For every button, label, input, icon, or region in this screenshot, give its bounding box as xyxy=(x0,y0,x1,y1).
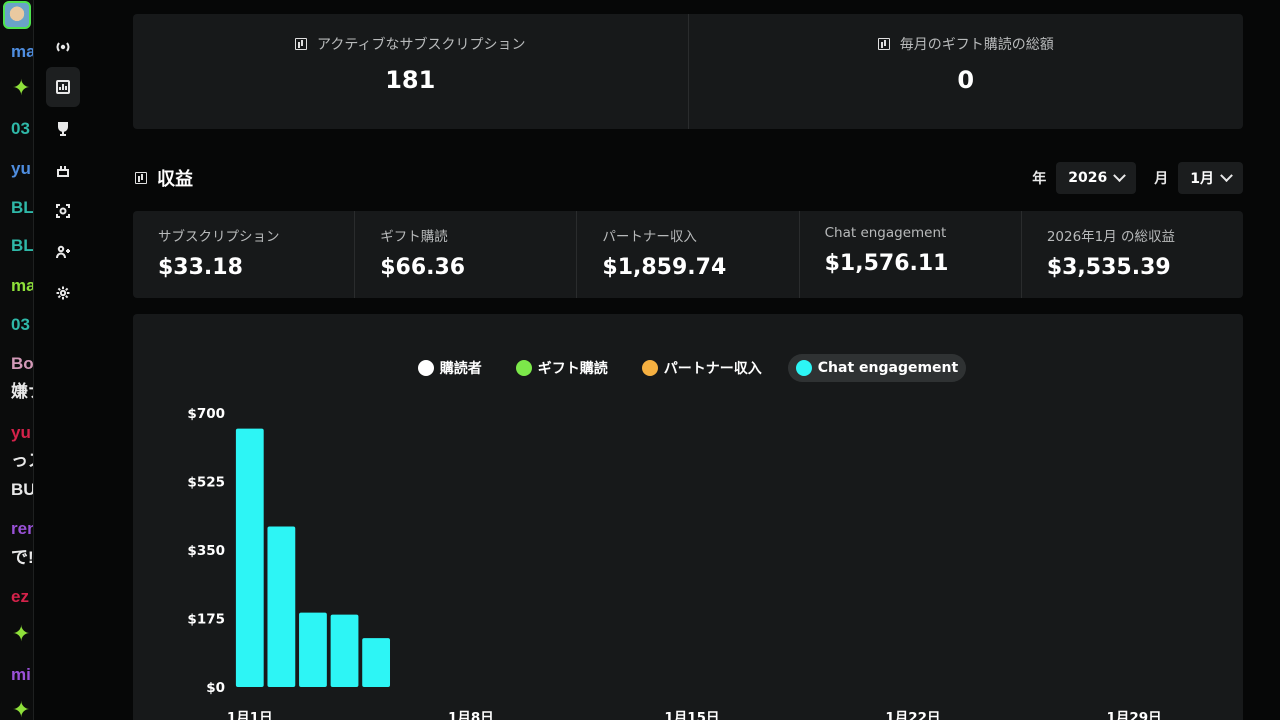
active-subscriptions-stat: アクティブなサブスクリプション 181 xyxy=(133,14,688,129)
chat-message-fragment: で! xyxy=(11,548,34,567)
y-tick-label: $350 xyxy=(187,543,225,559)
bar-chat-engagement[interactable] xyxy=(362,638,391,687)
date-controls: 年 2026 月 1月 xyxy=(1032,162,1243,194)
chart-icon xyxy=(877,38,890,50)
chart-icon xyxy=(135,172,147,184)
stat-value: $3,535.39 xyxy=(1046,255,1171,280)
subscriptions-revenue-stat: サブスクリプション $33.18 xyxy=(133,211,354,298)
year-label: 年 xyxy=(1032,171,1047,187)
month-value: 1月 xyxy=(1190,171,1214,187)
chevron-down-icon xyxy=(1113,168,1127,182)
stat-label: 2026年1月 の総収益 xyxy=(1046,229,1176,245)
active-subs-label: アクティブなサブスクリプション xyxy=(317,37,526,53)
chat-message-fragment: 嫌ナ xyxy=(11,382,33,401)
bar-chat-engagement[interactable] xyxy=(299,612,327,687)
sparkle-icon: ✦ xyxy=(12,698,31,720)
chevron-down-icon xyxy=(1220,168,1233,182)
revenue-header: 収益 年 2026 月 1月 xyxy=(135,160,1243,196)
active-subs-value: 181 xyxy=(385,66,436,94)
nav-item-cake[interactable] xyxy=(46,153,80,187)
revenue-title: 収益 xyxy=(157,169,193,190)
partner-revenue-stat: パートナー収入 $1,859.74 xyxy=(576,211,798,298)
bar-chat-engagement[interactable] xyxy=(330,614,359,687)
bar-chat-engagement[interactable] xyxy=(235,428,264,687)
broadcast-icon xyxy=(56,42,70,52)
gift-total-stat: 毎月のギフト購読の総額 0 xyxy=(687,14,1244,129)
stat-label: ギフト購読 xyxy=(380,229,448,245)
gift-total-label: 毎月のギフト購読の総額 xyxy=(899,37,1054,53)
x-tick-label: 1月15日 xyxy=(664,710,719,720)
gift-revenue-stat: ギフト購読 $66.36 xyxy=(354,211,576,298)
cake-icon xyxy=(57,166,69,177)
chat-message-fragment: ren xyxy=(11,519,33,538)
trophy-icon xyxy=(58,122,68,136)
stat-value: $66.36 xyxy=(380,255,466,280)
chat-message-fragment: yu xyxy=(11,159,31,178)
chat-panel: ma 03 yu BL BL ma 03 Bo 嫌ナ yu っス BU ren で! ez mi ✦ ✦ ✦ xyxy=(0,0,34,720)
y-tick-label: $175 xyxy=(187,612,225,628)
nav-item-trophy[interactable] xyxy=(46,112,80,146)
chat-message-fragment: BL xyxy=(11,198,34,217)
stat-label: パートナー収入 xyxy=(602,229,697,245)
month-select[interactable]: 1月 xyxy=(1178,162,1243,194)
x-tick-label: 1月1日 xyxy=(227,710,273,720)
stat-label: サブスクリプション xyxy=(158,229,280,245)
nav-item-users[interactable] xyxy=(46,235,80,269)
nav-item-broadcast[interactable] xyxy=(46,30,80,64)
revenue-chart-card: 購読者 ギフト購読 パートナー収入 Chat engagement $700 $525 $… xyxy=(133,314,1243,720)
top-stats-card: アクティブなサブスクリプション 181 毎月のギフト購読の総額 0 xyxy=(133,14,1243,129)
sparkle-icon: ✦ xyxy=(12,76,31,101)
chat-message-fragment: BU xyxy=(11,480,34,499)
chat-message-fragment: 03 xyxy=(11,119,30,138)
stat-value: $1,859.74 xyxy=(602,255,727,280)
nav-item-analytics[interactable] xyxy=(46,67,80,107)
month-label: 月 xyxy=(1154,171,1169,187)
x-tick-label: 1月22日 xyxy=(885,710,940,720)
chat-message-fragment: BL xyxy=(11,236,34,255)
icon-nav xyxy=(34,0,92,720)
nav-item-gear[interactable] xyxy=(46,276,80,310)
year-value: 2026 xyxy=(1068,170,1108,186)
stat-value: $33.18 xyxy=(158,255,243,280)
x-tick-label: 1月8日 xyxy=(448,710,494,720)
analytics-icon xyxy=(56,80,70,94)
year-select[interactable]: 2026 xyxy=(1056,162,1137,194)
stat-value: $1,576.11 xyxy=(824,251,949,276)
y-tick-label: $0 xyxy=(206,680,225,696)
chat-message-fragment: Bo xyxy=(11,354,34,373)
camera-icon xyxy=(56,204,70,218)
users-icon xyxy=(56,245,70,259)
gear-icon xyxy=(56,286,70,300)
sparkle-icon: ✦ xyxy=(12,622,31,647)
chat-message-fragment: ma xyxy=(11,276,34,295)
nav-item-camera[interactable] xyxy=(46,194,80,228)
chat-message-fragment: yu xyxy=(11,423,31,442)
revenue-chart: $700 $525 $350 $175 $0 1月1日 1月8日 1月15日 1月22日 1月29… xyxy=(187,406,1161,720)
x-tick-label: 1月29日 xyxy=(1106,710,1161,720)
revenue-stats-card: サブスクリプション $33.18 ギフト購読 $66.36 パートナー収入 $1… xyxy=(133,211,1243,298)
chat-message-fragment: mi xyxy=(11,665,31,684)
stat-label: Chat engagement xyxy=(824,225,947,241)
y-tick-label: $525 xyxy=(187,475,225,491)
chat-message-fragment: ez xyxy=(11,587,29,606)
chat-message-fragment: 03 xyxy=(11,315,30,334)
main-content: アクティブなサブスクリプション 181 毎月のギフト購読の総額 0 収益 年 2… xyxy=(92,0,1280,720)
chat-message-fragment: ma xyxy=(11,42,34,61)
y-tick-label: $700 xyxy=(187,406,225,422)
chat-engagement-revenue-stat: Chat engagement $1,576.11 xyxy=(798,211,1021,298)
chat-message-fragment: っス xyxy=(11,451,33,470)
total-revenue-stat: 2026年1月 の総収益 $3,535.39 xyxy=(1020,211,1243,298)
chart-icon xyxy=(295,38,308,50)
avatar[interactable] xyxy=(3,1,31,29)
gift-total-value: 0 xyxy=(957,66,975,94)
bar-chat-engagement[interactable] xyxy=(267,526,296,687)
